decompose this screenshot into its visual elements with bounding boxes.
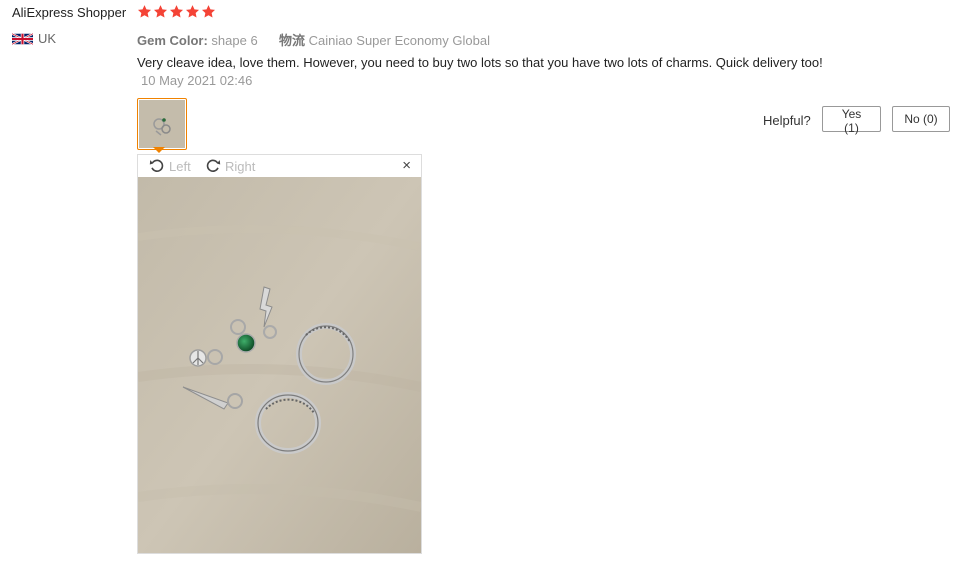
country-code: UK — [38, 31, 57, 46]
star-rating — [137, 4, 216, 19]
review-photo-thumbnail[interactable] — [137, 98, 187, 150]
gem-color-label: Gem Color: — [137, 33, 208, 48]
star-icon — [137, 5, 152, 18]
close-icon[interactable]: × — [402, 157, 411, 175]
rotate-right-button[interactable]: Right — [204, 157, 255, 175]
reviewer-country: UK — [12, 31, 56, 46]
shipping-value: Cainiao Super Economy Global — [308, 33, 490, 48]
helpful-yes-button[interactable]: Yes (1) — [822, 106, 881, 135]
rotate-right-icon — [206, 159, 221, 172]
rotate-left-button[interactable]: Left — [148, 157, 191, 175]
review-attributes: Gem Color: shape 6 物流 Cainiao Super Econ… — [137, 30, 490, 49]
star-icon — [169, 5, 184, 18]
photo-viewer: Left Right × — [137, 154, 422, 554]
star-icon — [153, 5, 168, 18]
helpful-label: Helpful? — [763, 113, 811, 128]
rotate-right-label: Right — [225, 158, 256, 174]
rotate-left-label: Left — [169, 158, 191, 174]
star-icon — [201, 5, 216, 18]
uk-flag-icon — [12, 32, 33, 45]
review-photo — [138, 177, 421, 553]
star-icon — [185, 5, 200, 18]
rotate-left-icon — [149, 159, 164, 172]
review-item: AliExpress Shopper UK Gem Color: shape 6… — [0, 0, 959, 564]
shipping-label: 物流 — [278, 33, 305, 48]
helpful-no-button[interactable]: No (0) — [892, 106, 950, 132]
gem-color-value: shape 6 — [211, 33, 258, 48]
review-date: 10 May 2021 02:46 — [141, 73, 253, 88]
reviewer-name: AliExpress Shopper — [12, 5, 127, 20]
viewer-toolbar: Left Right × — [138, 155, 421, 177]
review-text: Very cleave idea, love them. However, yo… — [137, 55, 823, 70]
thumbnail-pointer — [153, 147, 165, 153]
